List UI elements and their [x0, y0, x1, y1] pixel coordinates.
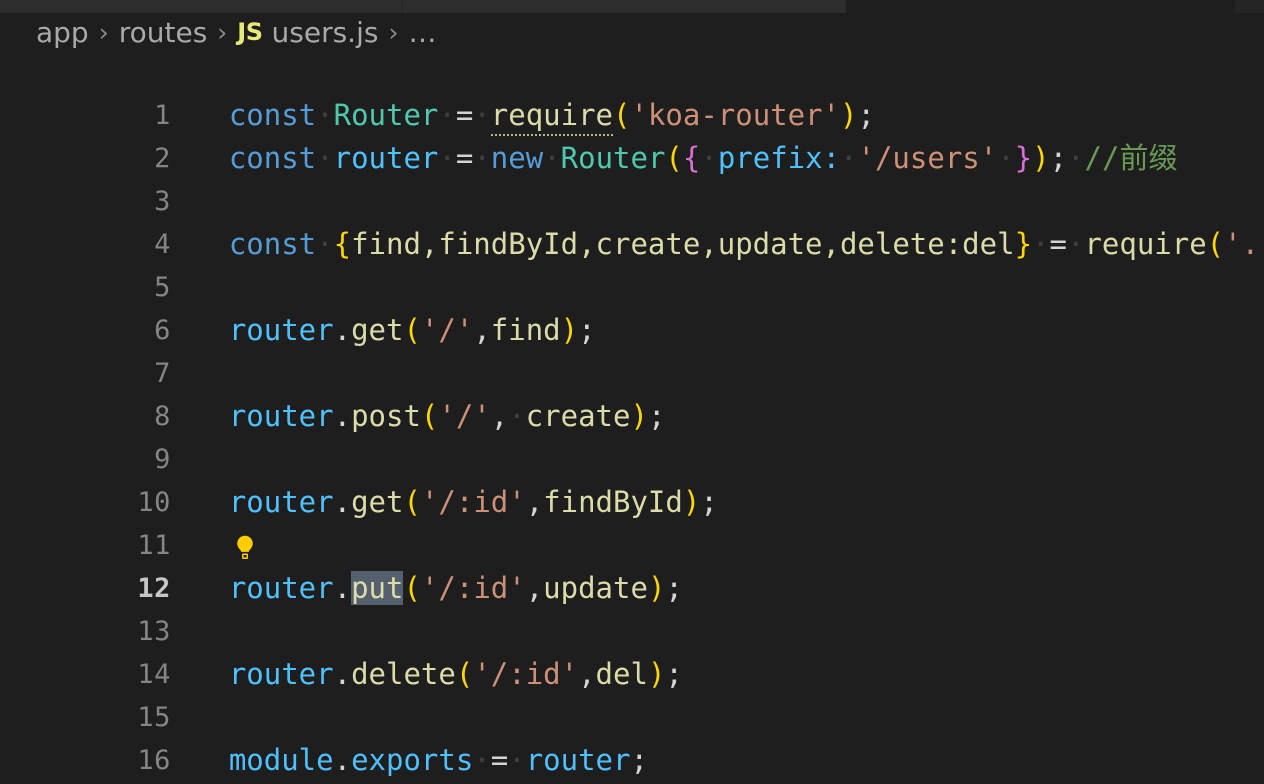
chevron-right-icon: ›	[98, 17, 109, 47]
code-line-active[interactable]: 12 router.put('/:id',update);	[0, 524, 1264, 605]
breadcrumb-item-symbol-ellipsis[interactable]: …	[408, 16, 436, 49]
tab-bar-right-actions[interactable]	[1235, 0, 1264, 13]
code-line[interactable]: 13	[0, 567, 1264, 647]
code-line[interactable]: 10 router.get('/:id',findById);	[0, 438, 1264, 519]
editor-tab-1[interactable]	[0, 0, 402, 13]
chevron-right-icon: ›	[217, 17, 228, 47]
breadcrumb-item-routes[interactable]: routes	[119, 16, 208, 49]
token-operator: =	[490, 743, 509, 777]
token-property-exports: exports	[351, 743, 474, 777]
code-line[interactable]: 6 router.get('/',find);	[0, 266, 1264, 347]
whitespace-dot: ·	[508, 743, 526, 777]
code-line[interactable]: 1 const·Router·=·require('koa-router');	[0, 51, 1264, 136]
code-line[interactable]: 9	[0, 395, 1264, 475]
tab-bar-empty-area	[846, 0, 1235, 13]
code-editor[interactable]: 1 const·Router·=·require('koa-router'); 2…	[0, 51, 1264, 784]
code-line[interactable]: 16 module.exports·=·router;	[0, 696, 1264, 777]
code-line[interactable]: 5	[0, 223, 1264, 303]
code-line[interactable]: 8 router.post('/',·create);	[0, 352, 1264, 433]
whitespace-dot: ·	[473, 743, 491, 777]
token-semicolon: ;	[630, 743, 648, 777]
code-line[interactable]: 4 const·{find,findById,create,update,dele…	[0, 180, 1264, 261]
chevron-right-icon: ›	[388, 17, 399, 47]
code-line[interactable]: 15	[0, 653, 1264, 733]
code-line[interactable]: 2 const·router·=·new·Router({·prefix:·'/u…	[0, 94, 1264, 175]
token-variable-module: module	[228, 743, 334, 777]
editor-tab-bar[interactable]	[0, 0, 1264, 13]
code-line[interactable]: 11	[0, 481, 1264, 561]
code-line[interactable]: 14 router.delete('/:id',del);	[0, 610, 1264, 691]
breadcrumb[interactable]: app › routes › JS users.js › …	[0, 13, 1264, 51]
js-file-icon: JS	[237, 18, 263, 46]
breadcrumb-item-users-js[interactable]: users.js	[272, 16, 379, 49]
line-number: 16	[137, 745, 171, 776]
line-content[interactable]: module.exports·=·router;	[171, 739, 648, 782]
token-variable: router	[525, 743, 631, 777]
breadcrumb-item-app[interactable]: app	[36, 16, 89, 49]
editor-tab-2[interactable]	[402, 0, 846, 13]
token-dot: .	[333, 743, 352, 777]
code-line[interactable]: 7	[0, 309, 1264, 389]
code-line[interactable]: 3	[0, 137, 1264, 217]
